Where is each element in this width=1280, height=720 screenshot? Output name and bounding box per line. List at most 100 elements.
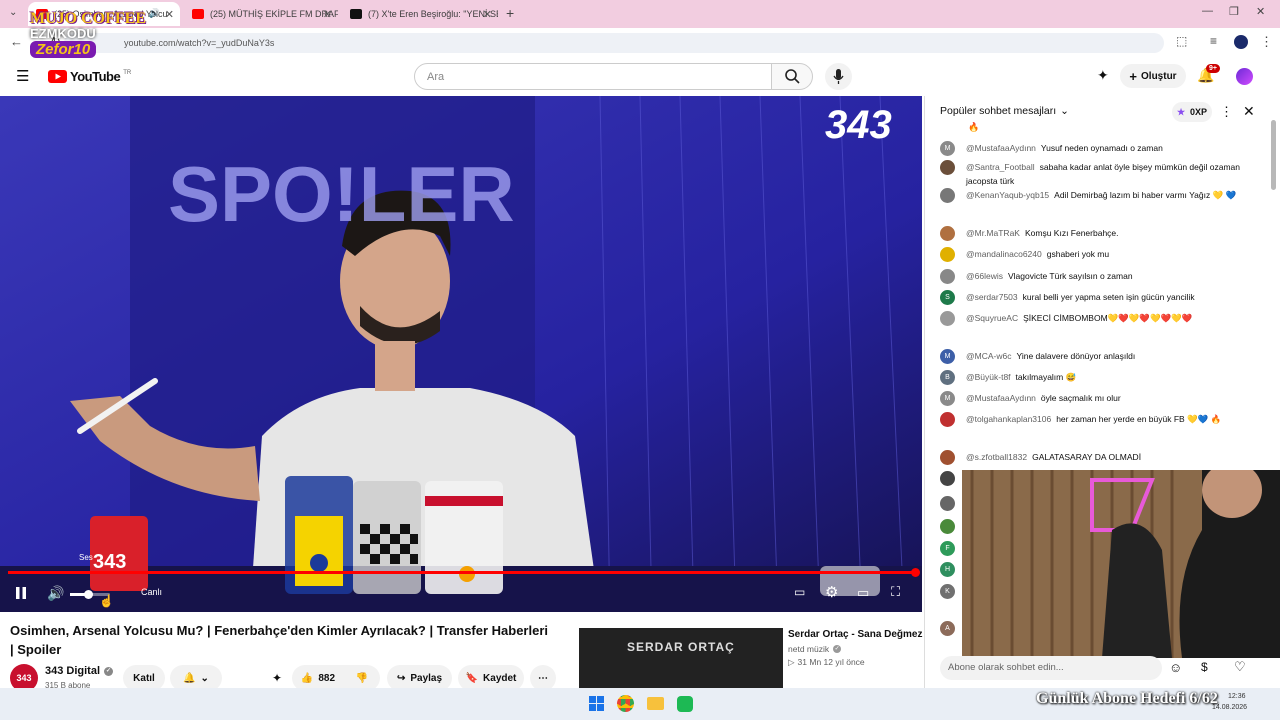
chat-avatar[interactable]	[940, 496, 955, 511]
chat-scrollbar[interactable]	[1271, 120, 1276, 190]
minimize-icon[interactable]: —	[1202, 5, 1213, 17]
chat-message[interactable]: @Santra_Football sabaha kadar anlat öyle …	[940, 160, 1240, 188]
cast-stream-icon[interactable]: ✦	[272, 671, 282, 685]
chat-message[interactable]: @SquyrueAC ŞİKECİ CİMBOMBOM💛❤️💛❤️💛❤️💛❤️	[940, 311, 1240, 326]
extensions-icon[interactable]: ⬚	[1176, 34, 1187, 48]
chat-username[interactable]: @MustafaaAydınn	[966, 393, 1036, 403]
chat-username[interactable]: @66lewis	[966, 271, 1003, 281]
chat-username[interactable]: @Mr.MaTRaK	[966, 228, 1020, 238]
chat-message[interactable]: @66lewis Vlagovicte Türk sayılsın o zaman	[940, 269, 1240, 284]
chat-message[interactable]: @KenanYaqub-yqb15 Adil Demirbağ lazım bi …	[940, 188, 1240, 203]
streaming-app-icon[interactable]	[677, 696, 693, 712]
tab-fm-draft[interactable]: (25) MÜTHİŞ EKİPLE FM DRAFT ✕	[184, 2, 338, 26]
chat-username[interactable]: @SquyrueAC	[966, 313, 1018, 323]
chat-username[interactable]: @MustafaaAydınn	[966, 143, 1036, 153]
chat-message[interactable]: M @MCA-w6c Yine dalavere dönüyor anlaşıldı	[940, 349, 1240, 364]
heart-icon[interactable]: ♡	[1234, 659, 1246, 675]
chat-avatar[interactable]	[940, 471, 955, 486]
tab-x-post[interactable]: (7) X'te Eren Beşiroğlu: "YENİ SE ✕	[342, 2, 498, 26]
chat-avatar[interactable]: M	[940, 349, 955, 364]
progress-scrubber[interactable]	[911, 568, 920, 577]
chat-avatar[interactable]: H	[940, 562, 955, 577]
chat-avatar[interactable]	[940, 450, 955, 465]
chat-close-icon[interactable]: ✕	[1243, 103, 1255, 120]
fullscreen-icon[interactable]: ⛶	[891, 584, 900, 600]
chat-avatar[interactable]: K	[940, 584, 955, 599]
search-input[interactable]: Ara	[414, 63, 772, 90]
super-chat-icon[interactable]: $	[1201, 660, 1208, 674]
suggested-video-title[interactable]: Serdar Ortaç - Sana Değmez	[788, 629, 923, 640]
volume-icon[interactable]: 🔊	[47, 585, 64, 602]
chrome-taskbar-icon[interactable]	[617, 695, 634, 712]
chat-avatar[interactable]: M	[940, 141, 955, 156]
channel-name[interactable]: 343 Digital ✓	[45, 665, 114, 677]
channel-avatar[interactable]	[1236, 68, 1253, 85]
chat-avatar[interactable]	[940, 226, 955, 241]
window-close-icon[interactable]: ✕	[1256, 5, 1265, 18]
youtube-logo[interactable]: YouTube TR	[48, 69, 131, 84]
chat-username[interactable]: @mandalinaco6240	[966, 249, 1042, 259]
chat-input[interactable]: Abone olarak sohbet edin...	[940, 656, 1162, 680]
file-explorer-icon[interactable]	[647, 697, 664, 710]
search-button[interactable]	[771, 63, 813, 90]
chat-username[interactable]: @KenanYaqub-yqb15	[966, 190, 1049, 200]
chat-username[interactable]: @serdar7503	[966, 292, 1018, 302]
theater-mode-icon[interactable]: ▭	[857, 585, 869, 601]
chat-avatar[interactable]	[940, 247, 955, 262]
media-controls-icon[interactable]: ≡	[1210, 34, 1217, 48]
chat-avatar[interactable]	[940, 269, 955, 284]
suggested-video-thumbnail[interactable]: SERDAR ORTAÇ	[579, 628, 783, 688]
chat-menu-icon[interactable]: ⋮	[1220, 104, 1233, 120]
chat-username[interactable]: @s.zfotball1832	[966, 452, 1027, 462]
voice-search-button[interactable]	[825, 63, 852, 90]
pause-icon[interactable]	[14, 586, 28, 600]
chat-message[interactable]: @s.zfotball1832 GALATASARAY DA OLMADİ	[940, 450, 1240, 465]
chat-message[interactable]: M @MustafaaAydınn Yusuf neden oynamadı o z…	[940, 141, 1240, 156]
suggested-channel[interactable]: netd müzik ✓	[788, 644, 842, 654]
chat-avatar[interactable]: B	[940, 370, 955, 385]
url-field[interactable]: youtube.com/watch?v=_yudDuNaY3s	[64, 33, 1164, 53]
create-button[interactable]: + Oluştur	[1120, 64, 1186, 88]
chat-avatar[interactable]: M	[940, 391, 955, 406]
chat-username[interactable]: @Büyük-t8f	[966, 372, 1011, 382]
chat-username[interactable]: @MCA-w6c	[966, 351, 1011, 361]
maximize-icon[interactable]: ❐	[1229, 5, 1239, 18]
progress-bar[interactable]	[8, 571, 916, 574]
hamburger-menu-icon[interactable]: ☰	[16, 67, 29, 85]
video-player[interactable]: SPO!LER 343 343	[0, 96, 922, 612]
tab-list-chevron-icon[interactable]: ⌄	[9, 7, 17, 18]
chat-message[interactable]: S @serdar7503 kural belli yer yapma seten …	[940, 290, 1240, 305]
new-tab-icon[interactable]: +	[506, 5, 514, 21]
chat-avatar[interactable]: F	[940, 541, 955, 556]
chat-header-dropdown[interactable]: Popüler sohbet mesajları ⌄	[940, 105, 1069, 117]
suggested-meta-text: 31 Mn 12 yıl önce	[797, 657, 865, 667]
chat-avatar[interactable]	[940, 311, 955, 326]
chat-message[interactable]: @Mr.MaTRaK Komşu Kızı Fenerbahçe.	[940, 226, 1240, 241]
sponsor-overlay-logo: MUJO COFFEE EZMKODU Zefor10	[30, 10, 180, 68]
emoji-icon[interactable]: ☺	[1169, 660, 1182, 675]
chat-username[interactable]: @tolgahankaplan3106	[966, 414, 1051, 424]
chat-avatar[interactable]: S	[940, 290, 955, 305]
chat-avatar[interactable]	[940, 412, 955, 427]
xp-badge[interactable]: ★ 0XP	[1172, 102, 1212, 122]
browser-menu-icon[interactable]: ⋮	[1260, 34, 1273, 50]
live-badge[interactable]: Canlı	[141, 587, 162, 597]
start-menu-icon[interactable]	[589, 696, 604, 711]
chat-avatar[interactable]	[940, 188, 955, 203]
chat-avatar[interactable]: A	[940, 621, 955, 636]
chat-avatar[interactable]	[940, 160, 955, 175]
profile-avatar[interactable]	[1234, 35, 1248, 49]
chat-message[interactable]: @tolgahankaplan3106 her zaman her yerde e…	[940, 412, 1240, 427]
chat-message[interactable]: @mandalinaco6240 gshaberi yok mu	[940, 247, 1240, 262]
settings-gear-icon[interactable]: ⚙	[825, 583, 838, 601]
chat-username[interactable]: @Santra_Football	[966, 162, 1035, 172]
close-icon[interactable]: ✕	[483, 8, 492, 21]
close-icon[interactable]: ✕	[323, 8, 332, 21]
miniplayer-icon[interactable]: ▭	[794, 585, 805, 599]
back-icon[interactable]: ←	[10, 34, 23, 49]
chat-avatar[interactable]	[940, 519, 955, 534]
cast-icon[interactable]: ✦	[1097, 67, 1109, 84]
chat-message[interactable]: B @Büyük-t8f takılmayalım 😅	[940, 370, 1240, 385]
chat-message[interactable]: M @MustafaaAydınn öyle saçmalık mı olur	[940, 391, 1240, 406]
views-icon: ▷	[788, 657, 795, 667]
